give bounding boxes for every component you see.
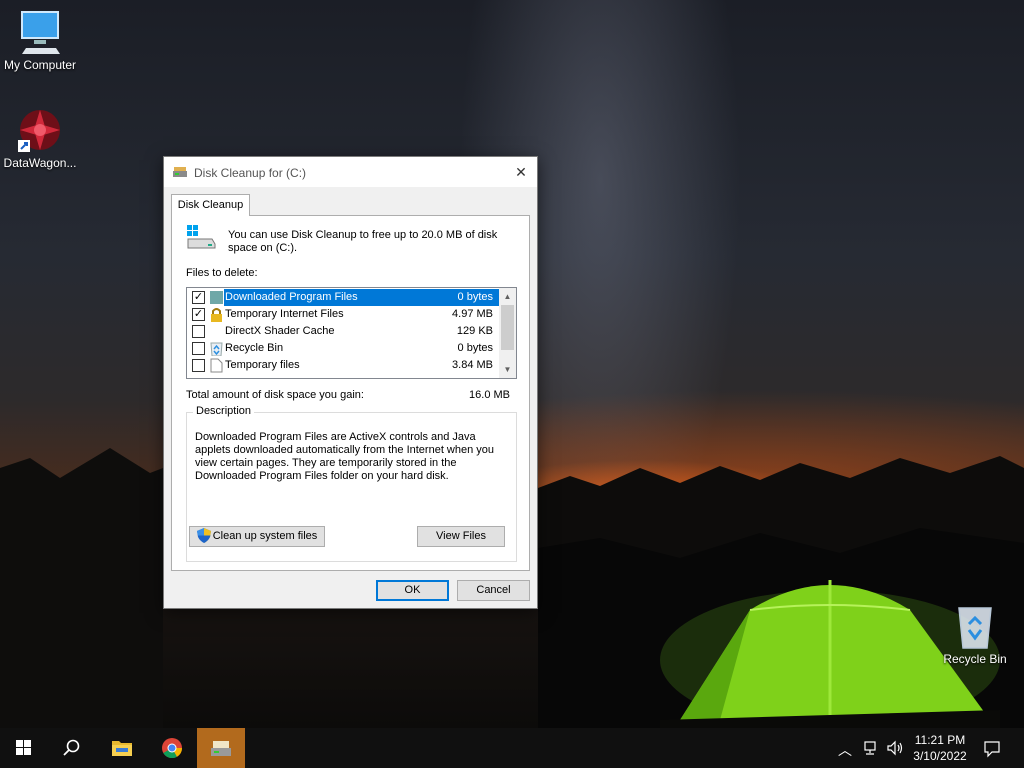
- file-name: Temporary files: [225, 359, 300, 371]
- desktop-icon-my-computer[interactable]: My Computer: [0, 8, 80, 72]
- start-button[interactable]: [0, 728, 48, 768]
- list-item[interactable]: ✓ Downloaded Program Files 0 bytes: [187, 289, 499, 306]
- tab-panel: You can use Disk Cleanup to free up to 2…: [171, 215, 530, 571]
- network-icon[interactable]: [862, 740, 878, 756]
- dialog-title: Disk Cleanup for (C:): [194, 166, 307, 180]
- start-icon: [16, 740, 31, 755]
- file-size: 0 bytes: [457, 291, 493, 303]
- file-size: 129 KB: [456, 325, 493, 337]
- file-checkbox[interactable]: ✓: [192, 291, 205, 304]
- file-checkbox[interactable]: ✓: [192, 308, 205, 321]
- checkmark-icon: ✓: [193, 291, 204, 303]
- datawagon-icon: [18, 110, 60, 152]
- file-checkbox[interactable]: [192, 325, 205, 338]
- clock-date: 3/10/2022: [913, 749, 967, 763]
- desktop-icon-label: My Computer: [3, 58, 77, 72]
- recycle-bin-icon: [958, 607, 992, 649]
- file-name: Downloaded Program Files: [225, 291, 358, 303]
- view-files-button[interactable]: View Files: [417, 526, 505, 547]
- disk-cleanup-icon: [211, 741, 231, 756]
- monitor-icon: [21, 11, 60, 54]
- lock-icon: [211, 308, 222, 322]
- clean-up-system-files-button[interactable]: Clean up system files: [189, 526, 325, 547]
- file-size: 4.97 MB: [452, 308, 493, 320]
- close-button[interactable]: ✕: [505, 157, 537, 187]
- folder-icon: [210, 291, 223, 304]
- total-space-label: Total amount of disk space you gain:: [186, 389, 364, 401]
- tab-disk-cleanup[interactable]: Disk Cleanup: [171, 194, 250, 216]
- dialog-titlebar[interactable]: Disk Cleanup for (C:) ✕: [164, 157, 537, 187]
- file-explorer-button[interactable]: [98, 728, 146, 768]
- notifications-icon[interactable]: [983, 740, 1001, 758]
- file-size: 0 bytes: [457, 342, 493, 354]
- description-text: Downloaded Program Files are ActiveX con…: [195, 431, 495, 482]
- search-button[interactable]: [48, 728, 96, 768]
- list-item[interactable]: ✓ Temporary Internet Files 4.97 MB: [187, 306, 499, 323]
- disk-cleanup-icon: [173, 167, 187, 177]
- file-checkbox[interactable]: [192, 359, 205, 372]
- scrollbar-thumb[interactable]: [501, 305, 514, 350]
- disk-cleanup-dialog: Disk Cleanup for (C:) ✕ Disk Cleanup You…: [163, 156, 538, 609]
- scroll-down-icon[interactable]: ▼: [499, 361, 516, 378]
- volume-icon[interactable]: [886, 740, 904, 756]
- file-name: Temporary Internet Files: [225, 308, 344, 320]
- files-list[interactable]: ✓ Downloaded Program Files 0 bytes ✓ Tem…: [186, 287, 517, 379]
- uac-shield-icon: [196, 527, 211, 543]
- chrome-icon: [162, 738, 183, 759]
- checkmark-icon: ✓: [193, 308, 204, 320]
- file-checkbox[interactable]: [192, 342, 205, 355]
- total-space-value: 16.0 MB: [469, 389, 510, 401]
- file-icon: [210, 358, 223, 373]
- taskbar-clock[interactable]: 11:21 PM 3/10/2022: [910, 732, 970, 764]
- taskbar: ︿ 11:21 PM 3/10/2022: [0, 728, 1024, 768]
- desktop-icon-recycle-bin[interactable]: Recycle Bin: [935, 602, 1015, 666]
- file-size: 3.84 MB: [452, 359, 493, 371]
- hard-drive-icon: [187, 225, 216, 249]
- close-icon: ✕: [515, 164, 527, 180]
- clock-time: 11:21 PM: [914, 733, 966, 747]
- chevron-up-icon[interactable]: ︿: [838, 740, 852, 760]
- cancel-button[interactable]: Cancel: [457, 580, 530, 601]
- recycle-icon: [210, 342, 223, 356]
- description-legend: Description: [193, 405, 255, 417]
- file-explorer-icon: [112, 741, 132, 756]
- list-item[interactable]: Temporary files 3.84 MB: [187, 357, 499, 374]
- chrome-button[interactable]: [148, 728, 196, 768]
- search-icon: [63, 739, 80, 756]
- list-item[interactable]: DirectX Shader Cache 129 KB: [187, 323, 499, 340]
- file-name: Recycle Bin: [225, 342, 284, 354]
- file-name: DirectX Shader Cache: [225, 325, 335, 337]
- disk-cleanup-task-button[interactable]: [197, 728, 245, 768]
- files-scrollbar[interactable]: ▲ ▼: [499, 288, 516, 378]
- ok-button[interactable]: OK: [376, 580, 449, 601]
- cleanup-button-label: Clean up system files: [212, 530, 318, 542]
- intro-text: You can use Disk Cleanup to free up to 2…: [228, 229, 498, 254]
- files-to-delete-label: Files to delete:: [186, 267, 258, 279]
- desktop-icon-datawagon[interactable]: DataWagon...: [0, 106, 80, 170]
- desktop-icon-label: Recycle Bin: [943, 652, 1007, 666]
- scroll-up-icon[interactable]: ▲: [499, 288, 516, 305]
- list-item[interactable]: Recycle Bin 0 bytes: [187, 340, 499, 357]
- desktop-icon-label: DataWagon...: [3, 156, 77, 170]
